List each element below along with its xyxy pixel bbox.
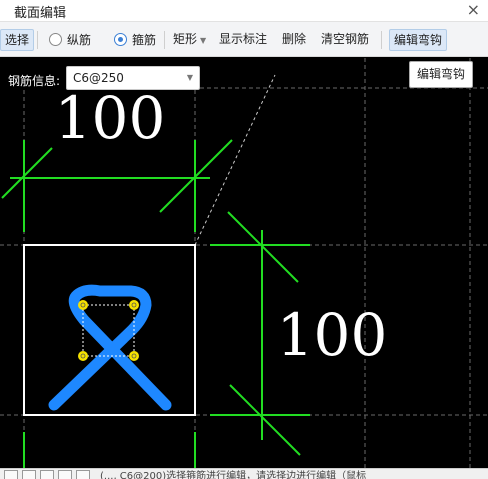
right-dimension-text: 100 bbox=[277, 301, 388, 369]
toolbar-divider bbox=[37, 31, 38, 49]
stirrup-shape[interactable] bbox=[48, 284, 172, 411]
close-icon[interactable]: × bbox=[467, 0, 480, 20]
status-tool-icon[interactable] bbox=[4, 470, 18, 479]
section-outline[interactable] bbox=[23, 244, 196, 416]
status-tool-icon[interactable] bbox=[76, 470, 90, 479]
longitudinal-radio[interactable]: 纵筋 bbox=[49, 29, 91, 51]
top-dimension bbox=[1, 139, 233, 232]
toolbar-divider bbox=[381, 31, 382, 49]
shape-dropdown[interactable]: 矩形 ▼ bbox=[169, 29, 210, 51]
status-tool-icon[interactable] bbox=[40, 470, 54, 479]
chevron-down-icon: ▼ bbox=[200, 36, 207, 45]
top-dimension-text: 100 bbox=[55, 84, 166, 152]
title-bar: 截面编辑 × bbox=[0, 0, 488, 22]
stirrup-label: 箍筋 bbox=[132, 33, 157, 47]
shape-label: 矩形 bbox=[173, 32, 198, 46]
dimension-tick bbox=[1, 147, 53, 199]
stirrup-hook-path bbox=[48, 284, 172, 411]
window-title: 截面编辑 bbox=[14, 6, 67, 21]
longitudinal-label: 纵筋 bbox=[67, 33, 92, 47]
status-text: (..., C6@200)选择箍筋进行编辑，请选择边进行编辑（鼠标 bbox=[100, 471, 367, 479]
dimension-tick bbox=[229, 384, 301, 456]
rebar-point-icon bbox=[129, 351, 139, 361]
edit-hook-button[interactable]: 编辑弯钩 bbox=[389, 29, 448, 51]
status-tool-icon[interactable] bbox=[58, 470, 72, 479]
rebar-info-select[interactable]: C6@250 ▼ bbox=[66, 66, 200, 90]
rebar-info-label: 钢筋信息: bbox=[8, 74, 61, 88]
radio-unchecked-icon bbox=[49, 33, 62, 46]
rebar-info-value: C6@250 bbox=[73, 71, 124, 85]
status-bar: (..., C6@200)选择箍筋进行编辑，请选择边进行编辑（鼠标 bbox=[0, 468, 488, 479]
radio-checked-icon bbox=[114, 33, 127, 46]
select-button[interactable]: 选择 bbox=[0, 29, 35, 51]
rebar-point-icon bbox=[129, 300, 139, 310]
rebar-point-icon bbox=[78, 351, 88, 361]
edit-hook-tooltip: 编辑弯钩 bbox=[409, 61, 473, 88]
section-drawing: 100 100 bbox=[0, 58, 488, 468]
drawing-canvas[interactable]: 100 100 bbox=[0, 58, 488, 468]
show-annotation-button[interactable]: 显示标注 bbox=[215, 29, 271, 51]
toolbar: 选择 纵筋 箍筋 矩形 ▼ 显示标注 删除 清空钢筋 编辑弯钩 bbox=[0, 22, 488, 57]
clear-rebar-button[interactable]: 清空钢筋 bbox=[317, 29, 373, 51]
status-tool-icon[interactable] bbox=[22, 470, 36, 479]
lower-dimension-stubs bbox=[23, 432, 196, 468]
delete-button[interactable]: 删除 bbox=[278, 29, 310, 51]
rebar-point-icon bbox=[78, 300, 88, 310]
stirrup-radio[interactable]: 箍筋 bbox=[114, 29, 156, 51]
chevron-down-icon: ▼ bbox=[186, 73, 193, 82]
toolbar-divider bbox=[164, 31, 165, 49]
